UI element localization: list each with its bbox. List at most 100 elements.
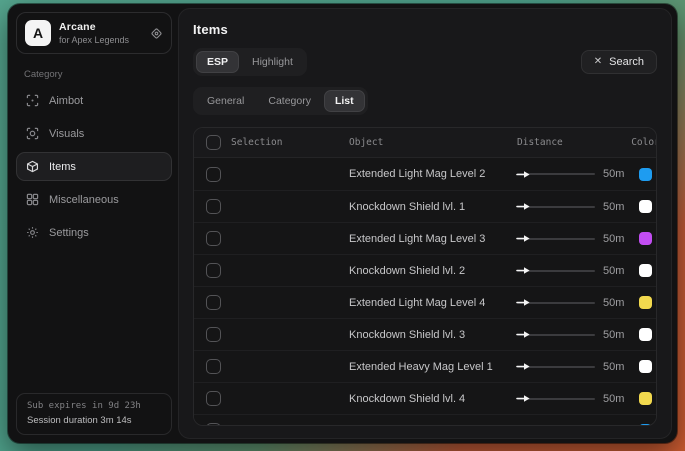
row-checkbox[interactable] [206, 199, 221, 214]
color-swatch[interactable] [639, 328, 652, 341]
distance-slider[interactable] [517, 234, 595, 244]
cheat-menu-window: A Arcane for Apex Legends Category Aimbo… [8, 4, 677, 443]
distance-slider[interactable] [517, 394, 595, 404]
distance-slider[interactable] [517, 330, 595, 340]
sidebar-item-label: Items [49, 161, 76, 173]
view-tabs-row: General Category List [193, 87, 657, 115]
row-checkbox[interactable] [206, 231, 221, 246]
sidebar-item-visuals[interactable]: Visuals [16, 119, 172, 148]
row-checkbox[interactable] [206, 167, 221, 182]
row-checkbox[interactable] [206, 423, 221, 426]
object-name: Extended Heavy Mag Level 1 [349, 361, 493, 373]
object-name: Backpack lvl. 1 [349, 425, 422, 427]
sidebar-item-settings[interactable]: Settings [16, 218, 172, 247]
sidebar-item-label: Visuals [49, 128, 84, 140]
distance-value: 50m [603, 168, 624, 180]
color-swatch[interactable] [639, 232, 652, 245]
sidebar-item-miscellaneous[interactable]: Miscellaneous [16, 185, 172, 214]
select-all-checkbox[interactable] [206, 135, 221, 150]
distance-value: 50m [603, 425, 624, 427]
color-swatch[interactable] [639, 424, 652, 426]
row-checkbox[interactable] [206, 263, 221, 278]
tab-general[interactable]: General [196, 90, 255, 112]
distance-slider[interactable] [517, 426, 595, 427]
sub-expires-text: Sub expires in 9d 23h [27, 401, 161, 411]
slider-thumb-icon[interactable] [516, 394, 531, 403]
color-swatch[interactable] [639, 168, 652, 181]
brand-text: Arcane for Apex Legends [59, 21, 142, 45]
table-row: Knockdown Shield lvl. 4 50m [194, 382, 656, 414]
app-logo: A [25, 20, 51, 46]
row-checkbox[interactable] [206, 295, 221, 310]
slider-thumb-icon[interactable] [516, 266, 531, 275]
distance-slider[interactable] [517, 266, 595, 276]
sidebar-nav: Aimbot Visuals Items Miscellaneous Setti… [16, 86, 172, 247]
sidebar: A Arcane for Apex Legends Category Aimbo… [8, 4, 178, 443]
distance-slider[interactable] [517, 169, 595, 179]
table-row: Extended Heavy Mag Level 1 50m [194, 350, 656, 382]
slider-thumb-icon[interactable] [516, 330, 531, 339]
view-tab-group: General Category List [193, 87, 368, 115]
items-table: Selection Object Distance Color Extended… [193, 127, 657, 426]
mode-tab-group: ESP Highlight [193, 48, 307, 76]
tab-category[interactable]: Category [257, 90, 322, 112]
session-card: Sub expires in 9d 23h Session duration 3… [16, 393, 172, 435]
slider-thumb-icon[interactable] [516, 234, 531, 243]
row-checkbox[interactable] [206, 391, 221, 406]
column-color: Color [631, 137, 657, 148]
table-row: Knockdown Shield lvl. 3 50m [194, 318, 656, 350]
app-subtitle: for Apex Legends [59, 35, 142, 45]
table-row: Backpack lvl. 1 50m [194, 414, 656, 426]
table-row: Knockdown Shield lvl. 1 50m [194, 190, 656, 222]
object-name: Extended Light Mag Level 4 [349, 297, 485, 309]
slider-thumb-icon[interactable] [516, 202, 531, 211]
color-swatch[interactable] [639, 392, 652, 405]
table-header: Selection Object Distance Color [194, 128, 656, 158]
pin-icon[interactable] [150, 27, 163, 40]
object-name: Knockdown Shield lvl. 1 [349, 201, 465, 213]
distance-slider[interactable] [517, 202, 595, 212]
search-button[interactable]: ✕ Search [581, 50, 657, 74]
app-title: Arcane [59, 21, 142, 33]
distance-value: 50m [603, 233, 624, 245]
sidebar-item-label: Settings [49, 227, 89, 239]
sidebar-item-items[interactable]: Items [16, 152, 172, 181]
tab-list[interactable]: List [324, 90, 365, 112]
eye-icon [26, 127, 39, 140]
slider-thumb-icon[interactable] [516, 362, 531, 371]
distance-value: 50m [603, 329, 624, 341]
row-checkbox[interactable] [206, 327, 221, 342]
slider-thumb-icon[interactable] [516, 298, 531, 307]
tab-esp[interactable]: ESP [196, 51, 239, 73]
sidebar-item-aimbot[interactable]: Aimbot [16, 86, 172, 115]
row-checkbox[interactable] [206, 359, 221, 374]
color-swatch[interactable] [639, 296, 652, 309]
tab-highlight[interactable]: Highlight [241, 51, 304, 73]
distance-value: 50m [603, 361, 624, 373]
main-panel: Items ESP Highlight ✕ Search General Cat… [178, 8, 672, 439]
table-row: Extended Light Mag Level 3 50m [194, 222, 656, 254]
table-row: Extended Light Mag Level 4 50m [194, 286, 656, 318]
toolbar: ESP Highlight ✕ Search [193, 48, 657, 76]
gear-icon [26, 226, 39, 239]
page-title: Items [193, 22, 657, 37]
table-body: Extended Light Mag Level 2 50m Knockdo [194, 158, 656, 426]
object-name: Extended Light Mag Level 2 [349, 168, 485, 180]
session-duration-text: Session duration 3m 14s [27, 415, 161, 426]
distance-value: 50m [603, 201, 624, 213]
sidebar-item-label: Miscellaneous [49, 194, 119, 206]
distance-slider[interactable] [517, 362, 595, 372]
column-selection: Selection [231, 137, 282, 148]
color-swatch[interactable] [639, 360, 652, 373]
slider-thumb-icon[interactable] [516, 170, 531, 179]
color-swatch[interactable] [639, 200, 652, 213]
brand-card: A Arcane for Apex Legends [16, 12, 172, 54]
distance-value: 50m [603, 265, 624, 277]
box-icon [26, 160, 39, 173]
x-icon: ✕ [594, 57, 602, 67]
distance-slider[interactable] [517, 298, 595, 308]
search-button-label: Search [609, 56, 644, 68]
distance-value: 50m [603, 297, 624, 309]
column-distance: Distance [517, 137, 563, 148]
color-swatch[interactable] [639, 264, 652, 277]
